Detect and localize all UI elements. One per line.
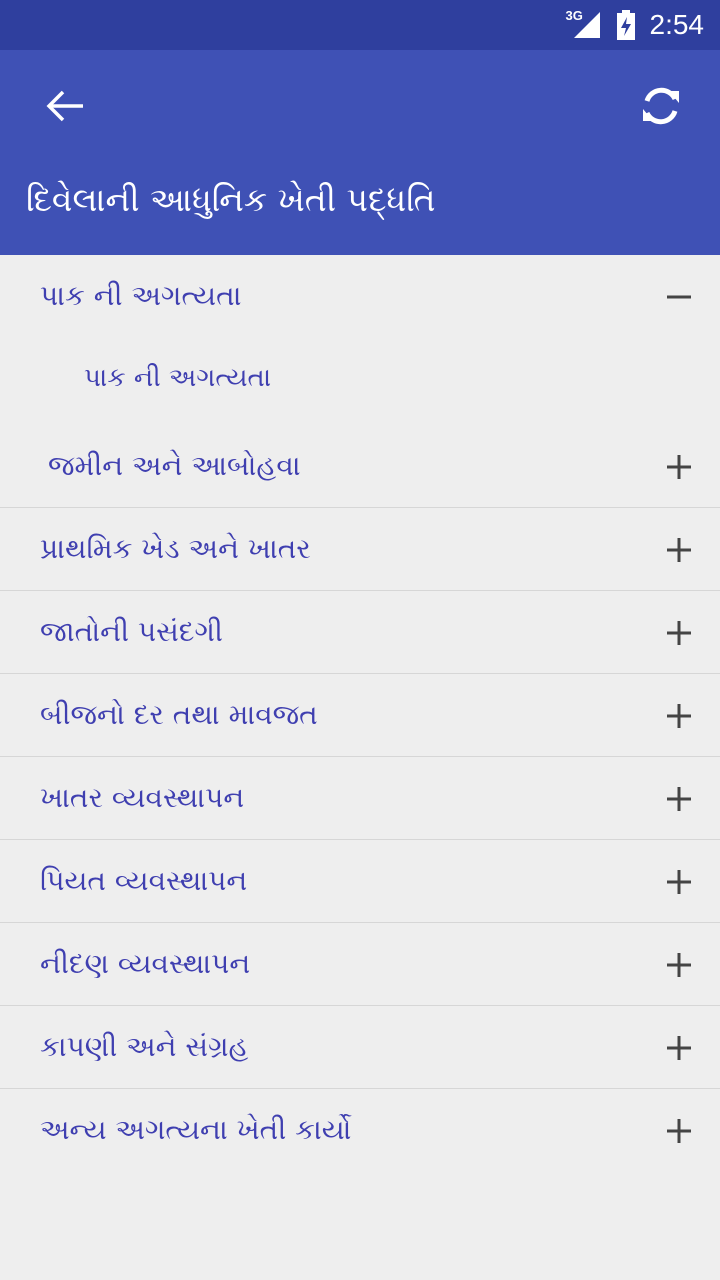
plus-icon [667, 455, 691, 479]
list-item-label: પિયત વ્યવસ્થાપન [40, 864, 248, 897]
expand-toggle[interactable] [655, 609, 703, 657]
sub-group-header[interactable]: જમીન અને આબોહવા [0, 425, 720, 508]
network-type: 3G [565, 8, 583, 23]
list-item-label: નીદણ વ્યવસ્થાપન [40, 947, 251, 980]
list-item[interactable]: પ્રાથમિક ખેડ અને ખાતર [0, 508, 720, 591]
battery-icon [616, 10, 636, 40]
child-item[interactable]: પાક ની અગત્યતા [84, 363, 271, 394]
list-item-label: ખાતર વ્યવસ્થાપન [40, 781, 245, 814]
list-item[interactable]: બીજનો દર તથા માવજત [0, 674, 720, 757]
expanded-group: પાક ની અગત્યતા પાક ની અગત્યતા જમીન અને આ… [0, 255, 720, 508]
list-item[interactable]: પિયત વ્યવસ્થાપન [0, 840, 720, 923]
plus-icon [667, 787, 691, 811]
sub-group-label: જમીન અને આબોહવા [48, 449, 301, 482]
expand-toggle[interactable] [655, 443, 703, 491]
arrow-left-icon [46, 90, 83, 122]
topic-list: પાક ની અગત્યતા પાક ની અગત્યતા જમીન અને આ… [0, 255, 720, 1172]
list-item-label: પ્રાથમિક ખેડ અને ખાતર [40, 532, 311, 565]
plus-icon [667, 953, 691, 977]
list-item[interactable]: અન્ય અગત્યના ખેતી કાર્યો [0, 1089, 720, 1172]
plus-icon [667, 870, 691, 894]
expand-toggle[interactable] [655, 1024, 703, 1072]
plus-icon [667, 1036, 691, 1060]
plus-icon [667, 538, 691, 562]
expand-toggle[interactable] [655, 526, 703, 574]
refresh-button[interactable] [626, 78, 696, 134]
status-bar: 3G 2:54 [0, 0, 720, 50]
plus-icon [667, 704, 691, 728]
group-header[interactable]: પાક ની અગત્યતા [0, 255, 720, 338]
list-item-label: જાતોની પસંદગી [40, 615, 223, 648]
list-item-label: કાપણી અને સંગ્રહ [40, 1030, 249, 1063]
plus-icon [667, 1119, 691, 1143]
list-item-label: અન્ય અગત્યના ખેતી કાર્યો [40, 1113, 352, 1146]
list-item[interactable]: કાપણી અને સંગ્રહ [0, 1006, 720, 1089]
expand-toggle[interactable] [655, 858, 703, 906]
page-title: દિવેલાની આધુનિક ખેતી પદ્ધતિ [26, 180, 436, 219]
group-label: પાક ની અગત્યતા [40, 279, 242, 312]
list-item[interactable]: જાતોની પસંદગી [0, 591, 720, 674]
expand-toggle[interactable] [655, 692, 703, 740]
plus-icon [667, 621, 691, 645]
expand-toggle[interactable] [655, 775, 703, 823]
list-item[interactable]: નીદણ વ્યવસ્થાપન [0, 923, 720, 1006]
minus-icon [667, 295, 691, 299]
list-item-label: બીજનો દર તથા માવજત [40, 698, 318, 731]
refresh-icon [643, 87, 679, 125]
signal-icon: 3G [565, 8, 602, 40]
list-item[interactable]: ખાતર વ્યવસ્થાપન [0, 757, 720, 840]
expand-toggle[interactable] [655, 941, 703, 989]
app-bar: દિવેલાની આધુનિક ખેતી પદ્ધતિ [0, 50, 720, 255]
back-button[interactable] [30, 78, 100, 134]
collapse-toggle[interactable] [655, 273, 703, 321]
expand-toggle[interactable] [655, 1107, 703, 1155]
clock: 2:54 [649, 9, 705, 40]
